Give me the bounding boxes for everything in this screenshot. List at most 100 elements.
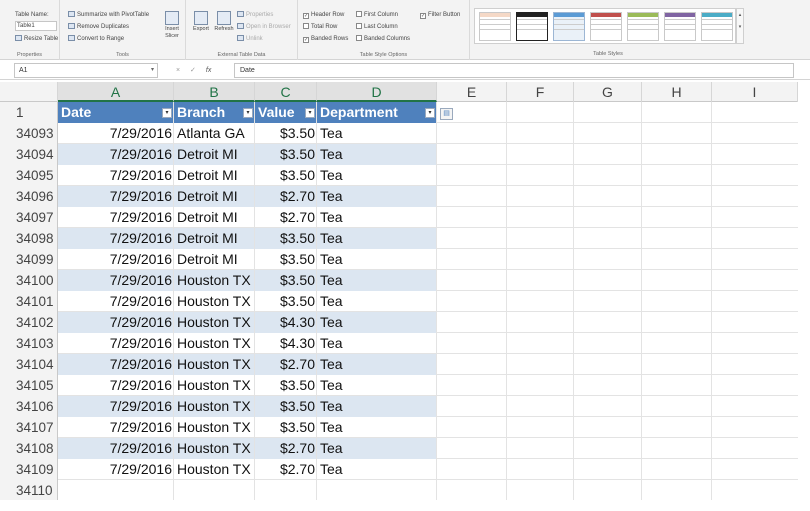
quick-analysis-icon[interactable]: ▤: [440, 108, 453, 120]
cell-value[interactable]: $2.70: [255, 186, 317, 207]
cell-branch[interactable]: Houston TX: [174, 417, 255, 438]
table-name-input[interactable]: Table1: [15, 21, 57, 31]
filter-dropdown-icon[interactable]: ▾: [162, 108, 172, 118]
convert-to-range-button[interactable]: Convert to Range: [68, 35, 124, 43]
cell-value[interactable]: $3.50: [255, 417, 317, 438]
refresh-button[interactable]: Refresh: [212, 11, 236, 33]
column-header-d[interactable]: D: [317, 82, 437, 102]
cell-value[interactable]: $3.50: [255, 270, 317, 291]
cell-value[interactable]: $3.50: [255, 144, 317, 165]
properties-button[interactable]: Properties: [237, 11, 273, 19]
column-header-i[interactable]: I: [712, 82, 798, 102]
remove-duplicates-button[interactable]: Remove Duplicates: [68, 23, 129, 31]
table-header-dept[interactable]: Department: [317, 102, 437, 123]
banded-rows-checkbox[interactable]: ✓ Banded Rows: [303, 35, 348, 43]
summarize-pivottable-button[interactable]: Summarize with PivotTable: [68, 11, 149, 19]
banded-columns-checkbox[interactable]: Banded Columns: [356, 35, 410, 43]
cell-value[interactable]: $4.30: [255, 312, 317, 333]
cell-branch[interactable]: Houston TX: [174, 291, 255, 312]
row-header[interactable]: 34097: [0, 207, 58, 228]
row-header[interactable]: 34109: [0, 459, 58, 480]
column-header-c[interactable]: C: [255, 82, 317, 102]
cell-dept[interactable]: Tea: [317, 228, 437, 249]
cell-date[interactable]: 7/29/2016: [58, 354, 174, 375]
cell-dept[interactable]: Tea: [317, 270, 437, 291]
row-header[interactable]: 34104: [0, 354, 58, 375]
cell-branch[interactable]: Houston TX: [174, 270, 255, 291]
filter-dropdown-icon[interactable]: ▾: [425, 108, 435, 118]
row-header[interactable]: 1: [0, 102, 58, 123]
cell-dept[interactable]: Tea: [317, 459, 437, 480]
column-header-a[interactable]: A: [58, 82, 174, 102]
cell-date[interactable]: 7/29/2016: [58, 165, 174, 186]
export-button[interactable]: Export: [189, 11, 213, 33]
insert-function-icon[interactable]: fx: [206, 67, 211, 74]
cell-date[interactable]: 7/29/2016: [58, 144, 174, 165]
cell-branch[interactable]: Detroit MI: [174, 165, 255, 186]
table-style-swatch[interactable]: [627, 12, 659, 41]
unlink-button[interactable]: Unlink: [237, 35, 263, 43]
row-header[interactable]: 34102: [0, 312, 58, 333]
first-column-checkbox[interactable]: First Column: [356, 11, 398, 19]
cell-value[interactable]: $3.50: [255, 165, 317, 186]
column-header-g[interactable]: G: [574, 82, 642, 102]
cell-dept[interactable]: Tea: [317, 186, 437, 207]
table-style-swatch[interactable]: [516, 12, 548, 41]
cell-dept[interactable]: Tea: [317, 438, 437, 459]
cell-date[interactable]: 7/29/2016: [58, 207, 174, 228]
cell-value[interactable]: $2.70: [255, 207, 317, 228]
cell-date[interactable]: 7/29/2016: [58, 123, 174, 144]
cell-date[interactable]: 7/29/2016: [58, 333, 174, 354]
cell-value[interactable]: $4.30: [255, 333, 317, 354]
cell-date[interactable]: 7/29/2016: [58, 186, 174, 207]
filter-button-checkbox[interactable]: ✓ Filter Button: [420, 11, 460, 19]
cell-date[interactable]: 7/29/2016: [58, 417, 174, 438]
table-style-swatch[interactable]: [590, 12, 622, 41]
cell-branch[interactable]: Houston TX: [174, 438, 255, 459]
row-header[interactable]: 34098: [0, 228, 58, 249]
row-header[interactable]: 34100: [0, 270, 58, 291]
cell-branch[interactable]: Atlanta GA: [174, 123, 255, 144]
chevron-down-icon[interactable]: ▾: [151, 64, 154, 77]
vertical-scrollbar[interactable]: [798, 82, 810, 506]
cell-date[interactable]: 7/29/2016: [58, 459, 174, 480]
cell-date[interactable]: 7/29/2016: [58, 375, 174, 396]
table-style-swatch[interactable]: [479, 12, 511, 41]
cell-dept[interactable]: Tea: [317, 375, 437, 396]
header-row-checkbox[interactable]: ✓ Header Row: [303, 11, 344, 19]
cell-dept[interactable]: Tea: [317, 312, 437, 333]
row-header[interactable]: 34103: [0, 333, 58, 354]
total-row-checkbox[interactable]: Total Row: [303, 23, 337, 31]
cell-dept[interactable]: Tea: [317, 417, 437, 438]
cell-branch[interactable]: Houston TX: [174, 459, 255, 480]
column-header-b[interactable]: B: [174, 82, 255, 102]
cell-date[interactable]: 7/29/2016: [58, 228, 174, 249]
row-header[interactable]: 34101: [0, 291, 58, 312]
styles-scroll-button[interactable]: ▴ ▾: [736, 8, 744, 44]
cell-value[interactable]: $3.50: [255, 396, 317, 417]
row-header[interactable]: 34095: [0, 165, 58, 186]
cell-branch[interactable]: Houston TX: [174, 375, 255, 396]
open-in-browser-button[interactable]: Open in Browser: [237, 23, 291, 31]
cell-value[interactable]: $3.50: [255, 375, 317, 396]
insert-slicer-button[interactable]: Insert Slicer: [160, 11, 184, 40]
cell-date[interactable]: 7/29/2016: [58, 249, 174, 270]
cell-branch[interactable]: Detroit MI: [174, 186, 255, 207]
cell-dept[interactable]: Tea: [317, 123, 437, 144]
cell-branch[interactable]: Houston TX: [174, 354, 255, 375]
last-column-checkbox[interactable]: Last Column: [356, 23, 398, 31]
column-header-e[interactable]: E: [437, 82, 507, 102]
cell-date[interactable]: 7/29/2016: [58, 291, 174, 312]
cell-date[interactable]: 7/29/2016: [58, 396, 174, 417]
cell-branch[interactable]: Houston TX: [174, 396, 255, 417]
table-header-date[interactable]: Date: [58, 102, 174, 123]
cell-date[interactable]: 7/29/2016: [58, 438, 174, 459]
table-style-swatch[interactable]: [664, 12, 696, 41]
table-style-swatch[interactable]: [701, 12, 733, 41]
cell-dept[interactable]: Tea: [317, 396, 437, 417]
table-style-swatch[interactable]: [553, 12, 585, 41]
row-header[interactable]: 34106: [0, 396, 58, 417]
cell-dept[interactable]: Tea: [317, 291, 437, 312]
select-all-corner[interactable]: [0, 82, 58, 102]
resize-table-button[interactable]: Resize Table: [15, 35, 58, 43]
